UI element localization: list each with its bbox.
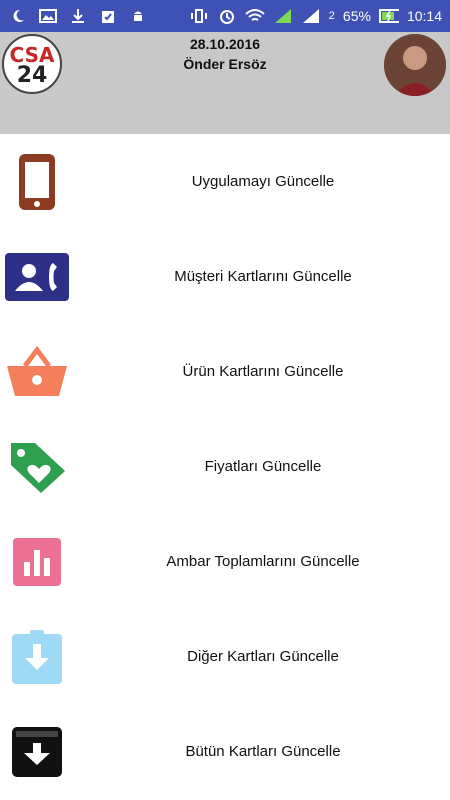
wifi-icon: [245, 6, 265, 26]
android-debug-icon: [128, 6, 148, 26]
signal-sim1-icon: [273, 6, 293, 26]
clock: 10:14: [406, 8, 442, 24]
status-bar: 2 65% 10:14: [0, 0, 450, 32]
clipboard-check-icon: [98, 6, 118, 26]
signal-sim2-icon: [301, 6, 321, 26]
battery-charging-icon: [378, 6, 399, 26]
menu-item-update-customer-cards[interactable]: Müşteri Kartlarını Güncelle: [0, 229, 450, 324]
alarm-icon: [217, 6, 237, 26]
header: CSA 24 28.10.2016 Önder Ersöz: [0, 32, 450, 134]
phone-icon: [4, 149, 70, 215]
menu-item-update-warehouse-totals[interactable]: Ambar Toplamlarını Güncelle: [0, 514, 450, 609]
sim-label: 2: [328, 10, 335, 22]
battery-percent: 65%: [342, 8, 371, 24]
menu-item-update-prices[interactable]: Fiyatları Güncelle: [0, 419, 450, 514]
image-icon: [38, 6, 58, 26]
menu-item-update-product-cards[interactable]: Ürün Kartlarını Güncelle: [0, 324, 450, 419]
moon-icon: [8, 6, 28, 26]
vibrate-icon: [189, 6, 209, 26]
download-icon: [68, 6, 88, 26]
archive-download-icon: [4, 719, 70, 785]
menu-item-update-other-cards[interactable]: Diğer Kartları Güncelle: [0, 609, 450, 704]
basket-icon: [4, 339, 70, 405]
download-clipboard-icon: [4, 624, 70, 690]
menu-item-update-all-cards[interactable]: Bütün Kartları Güncelle: [0, 704, 450, 799]
avatar[interactable]: [384, 34, 446, 96]
header-date: 28.10.2016: [189, 36, 261, 52]
header-user-name: Önder Ersöz: [183, 56, 267, 72]
price-tag-icon: [4, 434, 70, 500]
bar-chart-icon: [4, 529, 70, 595]
menu-list: Uygulamayı Güncelle Müşteri Kartlarını G…: [0, 134, 450, 799]
menu-item-update-app[interactable]: Uygulamayı Güncelle: [0, 134, 450, 229]
contact-card-icon: [4, 244, 70, 310]
